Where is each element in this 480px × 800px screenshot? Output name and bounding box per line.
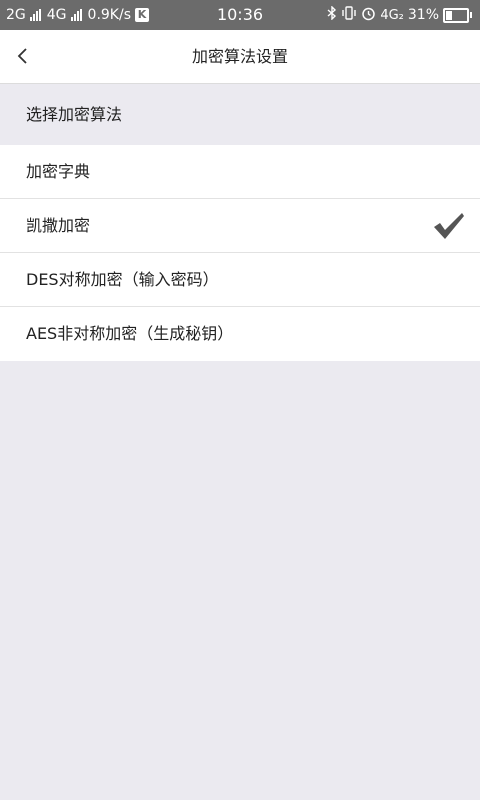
status-bar: 2G 4G 0.9K/s K 10:36 4G₂ 31% (0, 0, 480, 30)
algorithm-list: 加密字典 凯撒加密 DES对称加密（输入密码） AES非对称加密（生成秘钥） (0, 145, 480, 361)
navigation-bar: 加密算法设置 (0, 30, 480, 84)
lte-label: 4G₂ (380, 7, 404, 23)
option-aes[interactable]: AES非对称加密（生成秘钥） (0, 307, 480, 361)
network-speed: 0.9K/s (87, 7, 131, 23)
vibrate-icon (341, 6, 357, 24)
battery-percent: 31% (407, 7, 439, 23)
app-badge-icon: K (135, 8, 149, 22)
checkmark-icon (434, 213, 464, 239)
network-4g-label: 4G (46, 7, 67, 23)
option-label: AES非对称加密（生成秘钥） (26, 324, 234, 343)
status-right: 4G₂ 31% (327, 0, 472, 30)
section-header: 选择加密算法 (0, 84, 480, 144)
signal-icon-2 (70, 9, 82, 21)
option-dictionary[interactable]: 加密字典 (0, 145, 480, 199)
bluetooth-icon (327, 5, 337, 24)
option-label: 凯撒加密 (26, 216, 91, 235)
option-caesar[interactable]: 凯撒加密 (0, 199, 480, 253)
option-des[interactable]: DES对称加密（输入密码） (0, 253, 480, 307)
signal-icon (29, 9, 41, 21)
alarm-icon (361, 6, 376, 25)
option-label: 加密字典 (26, 162, 91, 181)
network-2g-label: 2G (6, 7, 26, 23)
battery-icon (443, 7, 472, 23)
page-title: 加密算法设置 (191, 47, 288, 66)
status-left: 2G 4G 0.9K/s K (6, 0, 149, 30)
option-label: DES对称加密（输入密码） (26, 270, 219, 289)
